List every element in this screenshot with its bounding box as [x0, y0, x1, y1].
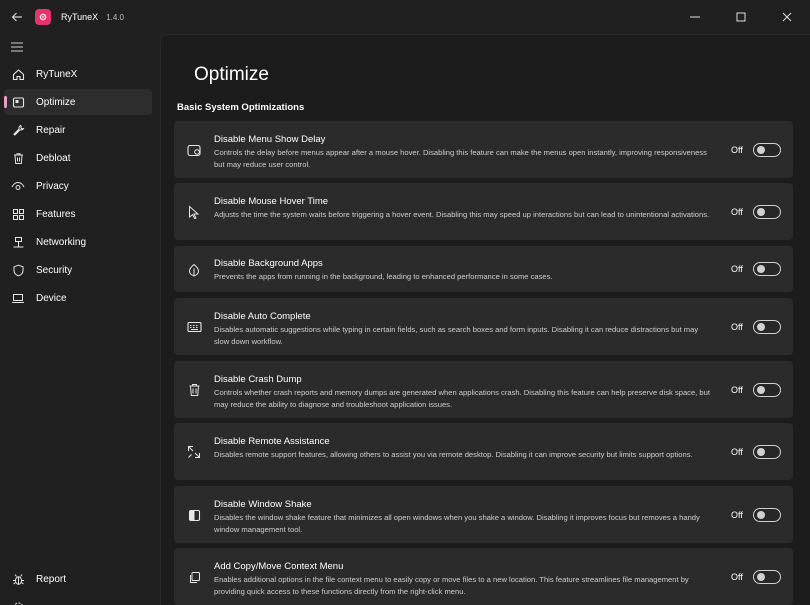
home-icon	[10, 66, 26, 82]
setting-title: Disable Auto Complete	[214, 311, 311, 322]
window-controls	[672, 0, 810, 34]
toggle-state-label: Off	[731, 322, 743, 332]
setting-card-background-apps: Disable Background Apps Prevents the app…	[174, 246, 793, 292]
sidebar-item-label: RyTuneX	[36, 68, 78, 80]
sidebar-item-settings[interactable]	[4, 594, 152, 605]
sidebar-item-label: Privacy	[36, 180, 69, 192]
setting-title: Disable Menu Show Delay	[214, 134, 326, 145]
cursor-icon	[185, 203, 203, 221]
close-icon	[782, 12, 792, 22]
setting-card-auto-complete: Disable Auto Complete Disables automatic…	[174, 298, 793, 355]
toggle-switch[interactable]	[753, 143, 781, 157]
setting-description: Enables additional options in the file c…	[214, 575, 689, 596]
sidebar-item-rytunex[interactable]: RyTuneX	[4, 61, 152, 87]
trash-icon	[185, 381, 203, 399]
back-arrow-icon	[11, 12, 22, 22]
sidebar-item-report[interactable]: Report	[4, 566, 152, 592]
app-name: RyTuneX	[61, 12, 99, 22]
sidebar-item-label: Repair	[36, 124, 66, 136]
toggle-switch[interactable]	[753, 383, 781, 397]
shield-icon	[10, 262, 26, 278]
eye-icon	[10, 178, 26, 194]
minimize-icon	[690, 16, 700, 18]
toggle-switch[interactable]	[753, 508, 781, 522]
setting-description: Disables remote support features, allowi…	[214, 450, 693, 459]
minimize-button[interactable]	[672, 0, 718, 34]
close-button[interactable]	[764, 0, 810, 34]
setting-card-window-shake: Disable Window Shake Disables the window…	[174, 486, 793, 543]
main-content: Optimize Basic System Optimizations Disa…	[160, 34, 810, 605]
setting-title: Disable Remote Assistance	[214, 436, 330, 447]
wrench-icon	[10, 122, 26, 138]
hamburger-icon	[11, 42, 23, 52]
setting-title: Disable Window Shake	[214, 499, 312, 510]
sidebar-item-repair[interactable]: Repair	[4, 117, 152, 143]
toggle-switch[interactable]	[753, 262, 781, 276]
setting-card-copy-move-context-menu: Add Copy/Move Context Menu Enables addit…	[174, 548, 793, 605]
sidebar-item-label: Report	[36, 573, 67, 585]
setting-card-menu-show-delay: Disable Menu Show Delay Controls the del…	[174, 121, 793, 178]
setting-description: Disables automatic suggestions while typ…	[214, 325, 699, 346]
toggle-state-label: Off	[731, 447, 743, 457]
toggle-switch[interactable]	[753, 320, 781, 334]
app-version: 1.4.0	[106, 12, 124, 22]
sidebar-item-label: Optimize	[36, 96, 76, 108]
setting-title: Disable Background Apps	[214, 258, 323, 269]
setting-description: Disables the window shake feature that m…	[214, 513, 700, 534]
sidebar-item-privacy[interactable]: Privacy	[4, 173, 152, 199]
sidebar-item-debloat[interactable]: Debloat	[4, 145, 152, 171]
title-bar: RyTuneX 1.4.0	[0, 0, 810, 34]
sidebar-item-label: Networking	[36, 236, 87, 248]
setting-description: Prevents the apps from running in the ba…	[214, 272, 553, 281]
sidebar-item-device[interactable]: Device	[4, 285, 152, 311]
toggle-switch[interactable]	[753, 570, 781, 584]
window-icon	[185, 506, 203, 524]
bug-icon	[10, 571, 26, 587]
sidebar-item-optimize[interactable]: Optimize	[4, 89, 152, 115]
toggle-state-label: Off	[731, 510, 743, 520]
toggle-state-label: Off	[731, 264, 743, 274]
sidebar-item-label: Debloat	[36, 152, 71, 164]
leaf-icon	[185, 261, 203, 279]
hamburger-button[interactable]	[6, 36, 28, 58]
laptop-icon	[10, 290, 26, 306]
section-title: Basic System Optimizations	[177, 102, 305, 113]
copy-icon	[185, 568, 203, 586]
toggle-switch[interactable]	[753, 445, 781, 459]
gear-icon	[10, 599, 26, 605]
sidebar-item-label: Device	[36, 292, 67, 304]
sidebar-item-features[interactable]: Features	[4, 201, 152, 227]
sidebar-item-label: Security	[36, 264, 73, 276]
toggle-state-label: Off	[731, 207, 743, 217]
sidebar-item-networking[interactable]: Networking	[4, 229, 152, 255]
setting-card-crash-dump: Disable Crash Dump Controls whether cras…	[174, 361, 793, 418]
trash-icon	[10, 150, 26, 166]
toggle-switch[interactable]	[753, 205, 781, 219]
toggle-state-label: Off	[731, 572, 743, 582]
menu-delay-icon	[185, 141, 203, 159]
setting-title: Add Copy/Move Context Menu	[214, 561, 344, 572]
toggle-state-label: Off	[731, 145, 743, 155]
setting-description: Adjusts the time the system waits before…	[214, 210, 710, 219]
sidebar: RyTuneX Optimize Repair Debloat Privacy …	[0, 34, 160, 605]
maximize-icon	[736, 12, 746, 22]
toggle-state-label: Off	[731, 385, 743, 395]
keyboard-icon	[185, 318, 203, 336]
grid-icon	[10, 206, 26, 222]
app-logo	[35, 9, 51, 25]
sidebar-item-security[interactable]: Security	[4, 257, 152, 283]
setting-title: Disable Crash Dump	[214, 374, 302, 385]
setting-description: Controls whether crash reports and memor…	[214, 388, 710, 409]
network-icon	[10, 234, 26, 250]
setting-card-remote-assistance: Disable Remote Assistance Disables remot…	[174, 423, 793, 480]
back-button[interactable]	[0, 0, 34, 34]
maximize-button[interactable]	[718, 0, 764, 34]
setting-description: Controls the delay before menus appear a…	[214, 148, 707, 169]
optimize-icon	[10, 94, 26, 110]
sidebar-item-label: Features	[36, 208, 76, 220]
setting-title: Disable Mouse Hover Time	[214, 196, 329, 207]
page-title: Optimize	[194, 64, 269, 85]
remote-icon	[185, 443, 203, 461]
setting-card-mouse-hover-time: Disable Mouse Hover Time Adjusts the tim…	[174, 183, 793, 240]
